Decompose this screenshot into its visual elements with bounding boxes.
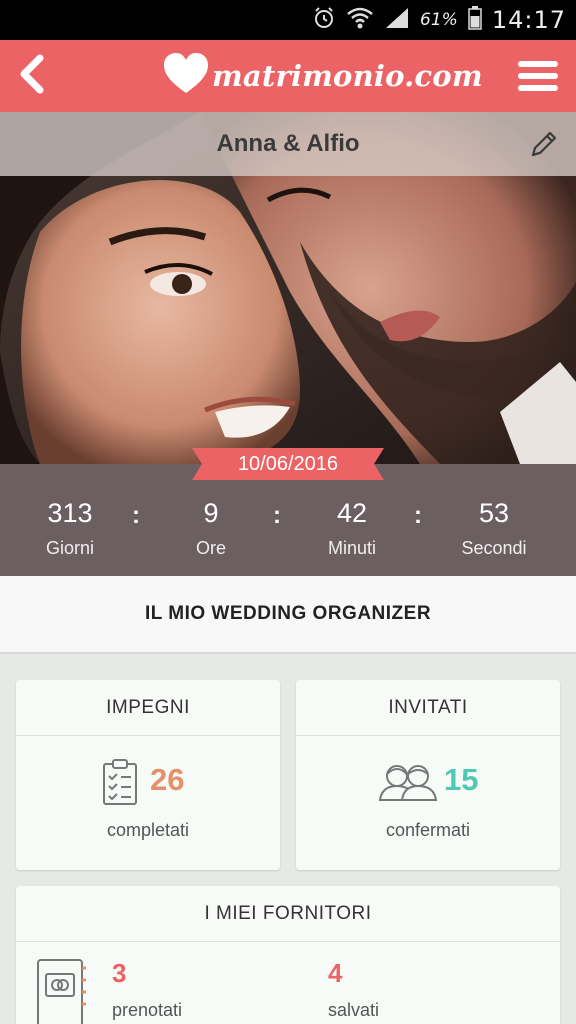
status-icons: 61% 14:17 xyxy=(312,0,566,40)
vendors-saved-count: 4 xyxy=(328,958,343,988)
countdown-hours-label: Ore xyxy=(195,538,226,558)
countdown-separator: : xyxy=(414,502,422,529)
tasks-completed-count: 26 xyxy=(150,762,185,797)
edit-button[interactable] xyxy=(528,128,560,160)
organizer-title: IL MIO WEDDING ORGANIZER xyxy=(144,603,432,624)
hamburger-icon-line xyxy=(518,85,558,91)
guests-card-title: INVITATI xyxy=(296,680,560,736)
tasks-card[interactable]: IMPEGNI 26 completati xyxy=(16,680,280,870)
guests-card[interactable]: INVITATI 15 confermati xyxy=(296,680,560,870)
countdown-separator: : xyxy=(273,502,281,529)
back-button[interactable] xyxy=(14,52,50,100)
hamburger-icon-line xyxy=(518,73,558,79)
vendors-card-title: I MIEI FORNITORI xyxy=(16,886,560,942)
countdown-hours-value: 9 xyxy=(203,498,219,528)
wedding-date-ribbon: 10/06/2016 xyxy=(192,448,384,480)
countdown-days-label: Giorni xyxy=(45,538,94,558)
countdown-days-value: 313 xyxy=(47,498,93,528)
countdown-minutes: 42 Minuti xyxy=(282,496,422,566)
vendors-card[interactable]: I MIEI FORNITORI 3 prenotati 4 salvati xyxy=(16,886,560,1024)
countdown-seconds: 53 Secondi xyxy=(424,496,564,566)
alarm-icon xyxy=(312,6,336,35)
address-book-icon xyxy=(36,958,88,1024)
vendors-booked-label: prenotati xyxy=(112,1000,183,1020)
guests-confirmed-label: confermati xyxy=(385,820,471,840)
countdown-separator: : xyxy=(132,502,140,529)
couple-name-bar: Anna & Alfio xyxy=(0,112,576,176)
clock-time: 14:17 xyxy=(491,6,566,34)
vendors-booked-count: 3 xyxy=(112,958,127,988)
brand-logo: matrimonio.com xyxy=(162,48,483,104)
couple-name: Anna & Alfio xyxy=(216,130,360,157)
tasks-card-title: IMPEGNI xyxy=(16,680,280,736)
pencil-icon xyxy=(528,131,560,164)
hamburger-icon-line xyxy=(518,61,558,67)
wedding-date: 10/06/2016 xyxy=(237,453,339,475)
battery-percent: 61% xyxy=(420,10,458,30)
vendors-saved-label: salvati xyxy=(328,1000,380,1020)
battery-icon xyxy=(468,5,482,35)
wifi-icon xyxy=(346,6,374,35)
countdown-hours: 9 Ore xyxy=(141,496,281,566)
countdown-seconds-value: 53 xyxy=(478,498,510,528)
status-bar: 61% 14:17 xyxy=(0,0,576,40)
wedding-organizer-header: IL MIO WEDDING ORGANIZER xyxy=(0,576,576,654)
guests-icon xyxy=(378,762,438,807)
chevron-left-icon xyxy=(18,54,46,99)
menu-button[interactable] xyxy=(518,52,562,100)
app-header: matrimonio.com xyxy=(0,40,576,112)
countdown-minutes-label: Minuti xyxy=(327,538,376,558)
heart-icon xyxy=(162,51,210,102)
tasks-completed-label: completati xyxy=(106,820,190,840)
countdown-days: 313 Giorni xyxy=(0,496,140,566)
clipboard-checklist-icon xyxy=(102,758,138,811)
countdown-minutes-value: 42 xyxy=(336,498,368,528)
signal-icon xyxy=(384,6,410,35)
logo-text: matrimonio.com xyxy=(212,59,483,93)
guests-confirmed-count: 15 xyxy=(444,762,479,797)
countdown-seconds-label: Secondi xyxy=(461,538,527,558)
